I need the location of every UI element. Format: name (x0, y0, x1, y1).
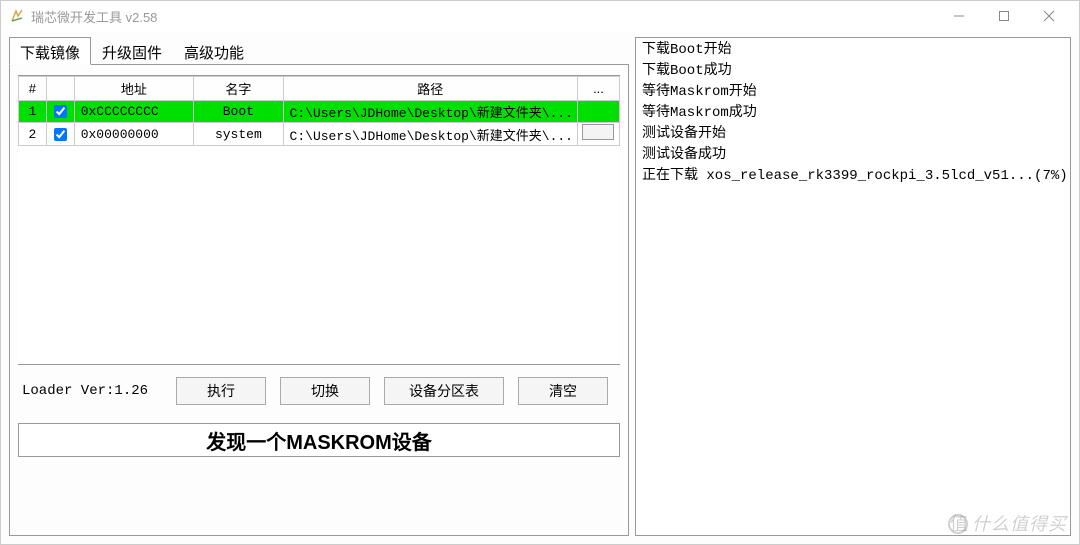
log-line: 下载Boot开始 (642, 40, 1064, 61)
minimize-icon (953, 10, 965, 22)
minimize-button[interactable] (936, 2, 981, 30)
image-table: # 地址 名字 路径 ... 1 0xCCCCCCCCBootC:\Users\J… (18, 75, 620, 365)
col-header-path[interactable]: 路径 (283, 77, 577, 101)
maximize-icon (998, 10, 1010, 22)
tab-advanced[interactable]: 高级功能 (173, 37, 255, 65)
log-line: 等待Maskrom开始 (642, 82, 1064, 103)
log-panel[interactable]: 下载Boot开始下载Boot成功等待Maskrom开始等待Maskrom成功测试… (635, 37, 1071, 536)
log-line: 测试设备成功 (642, 145, 1064, 166)
cell-name[interactable]: system (194, 123, 283, 146)
tab-panel-download: # 地址 名字 路径 ... 1 0xCCCCCCCCBootC:\Users\J… (9, 64, 629, 536)
row-checkbox[interactable] (54, 128, 67, 141)
maximize-button[interactable] (981, 2, 1026, 30)
app-window: 瑞芯微开发工具 v2.58 下载镜像 升级固件 高级功能 (0, 0, 1080, 545)
device-status: 发现一个MASKROM设备 (18, 423, 620, 457)
switch-button[interactable]: 切换 (280, 377, 370, 405)
titlebar: 瑞芯微开发工具 v2.58 (1, 1, 1079, 31)
app-icon (9, 8, 25, 24)
tab-download[interactable]: 下载镜像 (9, 37, 91, 65)
cell-browse (577, 123, 619, 146)
tab-upgrade[interactable]: 升级固件 (91, 37, 173, 65)
cell-checkbox (46, 123, 74, 146)
window-title: 瑞芯微开发工具 v2.58 (31, 7, 157, 26)
loader-version: Loader Ver:1.26 (22, 383, 162, 399)
col-header-index[interactable]: # (19, 77, 47, 101)
log-line: 等待Maskrom成功 (642, 103, 1064, 124)
browse-button[interactable] (582, 124, 614, 140)
col-header-check[interactable] (46, 77, 74, 101)
col-header-address[interactable]: 地址 (74, 77, 193, 101)
col-header-more[interactable]: ... (577, 77, 619, 101)
log-line: 下载Boot成功 (642, 61, 1064, 82)
cell-checkbox (46, 101, 74, 123)
partition-button[interactable]: 设备分区表 (384, 377, 504, 405)
log-line: 正在下载 xos_release_rk3399_rockpi_3.5lcd_v5… (642, 166, 1064, 187)
execute-button[interactable]: 执行 (176, 377, 266, 405)
close-icon (1043, 10, 1055, 22)
cell-path[interactable]: C:\Users\JDHome\Desktop\新建文件夹\... (283, 123, 577, 146)
col-header-name[interactable]: 名字 (194, 77, 283, 101)
clear-button[interactable]: 清空 (518, 377, 608, 405)
cell-browse (577, 101, 619, 123)
cell-name[interactable]: Boot (194, 101, 283, 123)
row-checkbox[interactable] (54, 105, 67, 118)
log-line: 测试设备开始 (642, 124, 1064, 145)
cell-path[interactable]: C:\Users\JDHome\Desktop\新建文件夹\... (283, 101, 577, 123)
tab-strip: 下载镜像 升级固件 高级功能 (9, 37, 629, 65)
table-row[interactable]: 2 0x00000000systemC:\Users\JDHome\Desktop… (19, 123, 620, 146)
cell-index: 1 (19, 101, 47, 123)
table-row[interactable]: 1 0xCCCCCCCCBootC:\Users\JDHome\Desktop\新… (19, 101, 620, 123)
cell-address[interactable]: 0x00000000 (74, 123, 193, 146)
cell-index: 2 (19, 123, 47, 146)
close-button[interactable] (1026, 2, 1071, 30)
cell-address[interactable]: 0xCCCCCCCC (74, 101, 193, 123)
